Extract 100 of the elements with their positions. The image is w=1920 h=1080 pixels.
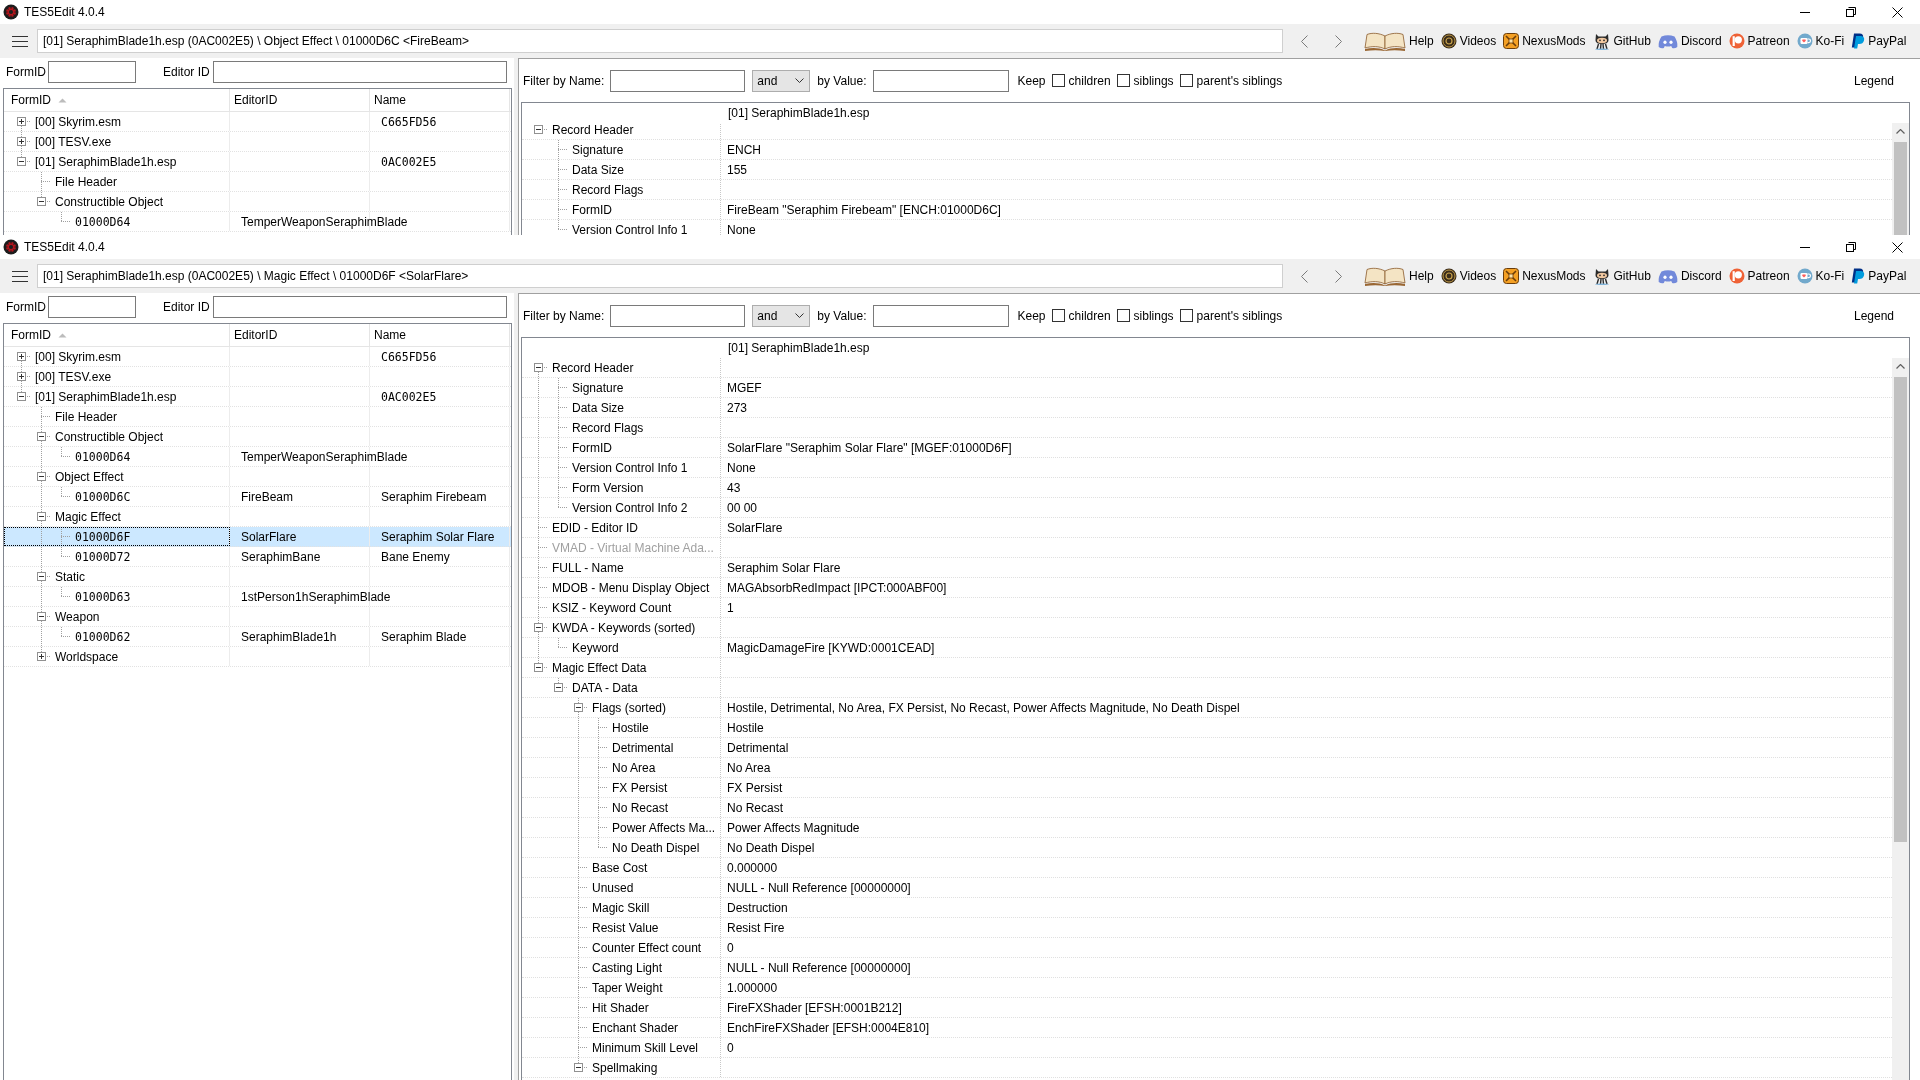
collapse-icon[interactable] [36,612,46,621]
double-p-icon[interactable] [1851,33,1866,49]
collapse-icon[interactable] [16,157,26,166]
expand-icon[interactable] [16,372,26,381]
column-header[interactable]: FormID [4,324,230,346]
menu-icon[interactable] [12,35,28,47]
restore-icon[interactable] [1846,7,1856,17]
expand-icon[interactable] [16,137,26,146]
tree-row[interactable]: [00] TESV.exe [4,132,511,152]
operator-dropdown[interactable]: and [752,69,811,92]
close-icon[interactable] [1891,241,1903,253]
tree-row[interactable]: 01000D64 TemperWeaponSeraphimBlade [4,212,511,232]
tree-row[interactable]: File Header [4,172,511,192]
column-header[interactable]: EditorID [230,324,370,346]
toolbar-link[interactable]: Discord [1657,268,1722,284]
expand-icon[interactable] [36,652,46,661]
tree-row[interactable]: 01000D6C FireBeam Seraphim Firebeam [4,487,511,507]
chevron-right-icon[interactable] [1334,34,1342,48]
path-field[interactable]: [01] SeraphimBlade1h.esp (0AC002E5) \ Magic Effect \ 01000D6F <SolarFlare> [37,264,1283,288]
book-icon[interactable] [1364,266,1406,286]
tree-row[interactable]: Worldspace [4,647,511,667]
toolbar-link[interactable]: Patreon [1728,268,1790,284]
collapse-icon[interactable] [36,432,46,441]
tree-row[interactable]: 01000D64 TemperWeaponSeraphimBlade [4,447,511,467]
toolbar-link[interactable]: Videos [1440,268,1497,284]
legend-link[interactable]: Legend [1853,308,1894,323]
checkbox[interactable] [1051,309,1065,322]
toolbar-link[interactable]: PayPal [1851,33,1907,49]
tree-row[interactable]: [01] SeraphimBlade1h.esp 0AC002E5 [4,152,511,172]
tree-row[interactable]: 01000D62 SeraphimBlade1h Seraphim Blade [4,627,511,647]
chevron-left-icon[interactable] [1300,269,1308,283]
cup-icon[interactable] [1796,33,1813,49]
collapse-icon[interactable] [16,392,26,401]
collapse-icon[interactable] [36,197,46,206]
filter-value-field[interactable] [872,304,1009,327]
checkbox[interactable] [1179,309,1193,322]
tree-row[interactable]: 01000D72 SeraphimBane Bane Enemy [4,547,511,567]
toolbar-link[interactable]: Help [1364,31,1434,51]
collapse-icon[interactable] [533,125,543,134]
minimize-icon[interactable] [1800,11,1810,13]
minimize-icon[interactable] [1800,246,1810,248]
pinwheel-icon[interactable] [1503,268,1520,284]
toolbar-link[interactable]: Ko-Fi [1796,33,1845,49]
column-header[interactable]: EditorID [230,89,370,111]
expand-icon[interactable] [16,117,26,126]
tree-row[interactable]: Constructible Object [4,192,511,212]
collapse-icon[interactable] [36,512,46,521]
collapse-icon[interactable] [553,683,563,692]
scrollbar-thumb[interactable] [1894,377,1907,842]
column-header[interactable]: Name [370,324,510,346]
collapse-icon[interactable] [36,472,46,481]
tree-row[interactable]: Constructible Object [4,427,511,447]
toolbar-link[interactable]: Patreon [1728,33,1790,49]
filter-name-field[interactable] [610,69,746,92]
tree-row[interactable]: File Header [4,407,511,427]
book-icon[interactable] [1364,31,1406,51]
collapse-icon[interactable] [573,703,583,712]
formid-field[interactable] [48,296,136,318]
checkbox-label[interactable]: siblings [1133,73,1174,88]
collapse-icon[interactable] [533,623,543,632]
collapse-icon[interactable] [533,663,543,672]
toolbar-link[interactable]: NexusMods [1503,268,1586,284]
coin-icon[interactable] [1440,33,1457,49]
tree-row[interactable]: [00] Skyrim.esm C665FD56 [4,347,511,367]
toolbar-link[interactable]: Videos [1440,33,1497,49]
checkbox[interactable] [1051,74,1065,87]
checkbox-label[interactable]: children [1068,308,1111,323]
circle-bar-icon[interactable] [1728,268,1745,284]
cat-icon[interactable] [1592,32,1611,50]
double-p-icon[interactable] [1851,268,1866,284]
tree-row[interactable]: [01] SeraphimBlade1h.esp 0AC002E5 [4,387,511,407]
controller-icon[interactable] [1657,33,1678,49]
filter-name-field[interactable] [610,304,746,327]
chevron-up-icon[interactable] [1896,364,1905,369]
toolbar-link[interactable]: PayPal [1851,268,1907,284]
toolbar-link[interactable]: GitHub [1592,32,1651,50]
tree-row[interactable]: [00] Skyrim.esm C665FD56 [4,112,511,132]
chevron-right-icon[interactable] [1334,269,1342,283]
collapse-icon[interactable] [36,572,46,581]
menu-icon[interactable] [12,270,28,282]
editor-id-field[interactable] [212,61,507,83]
filter-value-field[interactable] [872,69,1009,92]
expand-icon[interactable] [16,352,26,361]
restore-icon[interactable] [1846,242,1856,252]
circle-bar-icon[interactable] [1728,33,1745,49]
chevron-left-icon[interactable] [1300,34,1308,48]
checkbox-label[interactable]: children [1068,73,1111,88]
tree-row[interactable]: Weapon [4,607,511,627]
tree-row[interactable]: [00] TESV.exe [4,367,511,387]
tree-row[interactable]: Static [4,567,511,587]
caret-icon[interactable] [795,313,805,318]
collapse-icon[interactable] [533,363,543,372]
legend-link[interactable]: Legend [1853,73,1894,88]
tree-row[interactable]: 01000D63 1stPerson1hSeraphimBlade [4,587,511,607]
toolbar-link[interactable]: GitHub [1592,267,1651,285]
checkbox[interactable] [1179,74,1193,87]
caret-icon[interactable] [795,78,805,83]
cat-icon[interactable] [1592,267,1611,285]
close-icon[interactable] [1891,6,1903,18]
tree-row[interactable]: Object Effect [4,467,511,487]
